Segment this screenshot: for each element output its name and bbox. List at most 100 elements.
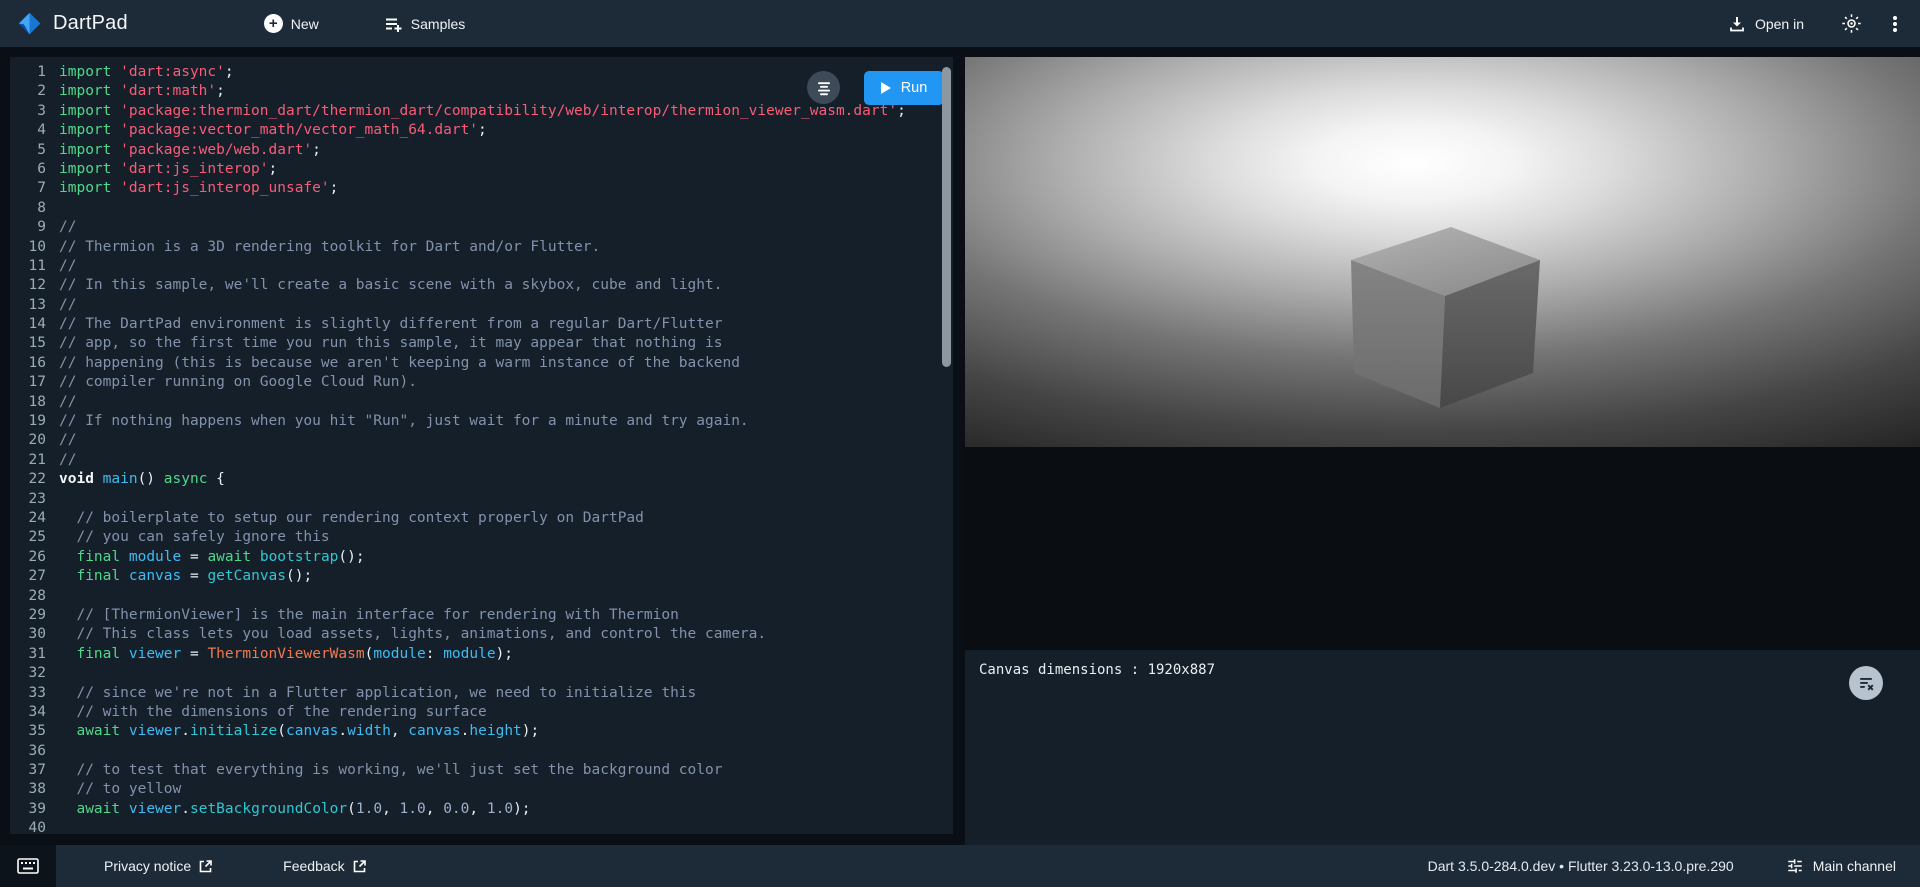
playlist-add-icon (383, 14, 403, 34)
code-line: 33 // since we're not in a Flutter appli… (10, 684, 953, 703)
code-text: final module = await bootstrap(); (59, 548, 365, 567)
code-text: // This class lets you load assets, ligh… (59, 625, 766, 644)
dart-logo-icon (16, 10, 43, 37)
line-number: 33 (10, 684, 46, 703)
line-number: 10 (10, 238, 46, 257)
line-number: 14 (10, 315, 46, 334)
code-text: // to test that everything is working, w… (59, 761, 722, 780)
line-number: 11 (10, 257, 46, 276)
line-number: 3 (10, 102, 46, 121)
feedback-link[interactable]: Feedback (277, 857, 372, 875)
code-line: 32 (10, 664, 953, 683)
line-number: 21 (10, 451, 46, 470)
open-in-label: Open in (1755, 16, 1804, 32)
code-line: 31 final viewer = ThermionViewerWasm(mod… (10, 645, 953, 664)
code-line: 12 // In this sample, we'll create a basi… (10, 276, 953, 295)
clear-console-button[interactable] (1849, 666, 1883, 700)
code-text: // (59, 218, 76, 237)
code-line: 37 // to test that everything is working… (10, 761, 953, 780)
code-line: 26 final module = await bootstrap(); (10, 548, 953, 567)
code-line: 40 (10, 819, 953, 838)
line-number: 36 (10, 742, 46, 761)
line-number: 24 (10, 509, 46, 528)
code-text: // [ThermionViewer] is the main interfac… (59, 606, 679, 625)
line-number: 34 (10, 703, 46, 722)
header: DartPad + New Samples Open in (0, 0, 1920, 47)
line-number: 18 (10, 393, 46, 412)
line-number: 40 (10, 819, 46, 838)
code-text: void main() async { (59, 470, 225, 489)
line-number: 17 (10, 373, 46, 392)
code-line: 39 await viewer.setBackgroundColor(1.0, … (10, 800, 953, 819)
keyboard-shortcuts-button[interactable] (0, 845, 56, 887)
samples-button[interactable]: Samples (373, 8, 475, 40)
code-line: 19// If nothing happens when you hit "Ru… (10, 412, 953, 431)
code-text: import 'dart:async'; (59, 63, 234, 82)
tune-icon (1786, 857, 1804, 875)
code-text: // In this sample, we'll create a basic … (59, 276, 722, 295)
code-text: import 'package:vector_math/vector_math_… (59, 121, 487, 140)
channel-selector[interactable]: Main channel (1780, 856, 1902, 876)
console-output: Canvas dimensions : 1920x887 (979, 662, 1215, 678)
line-number: 39 (10, 800, 46, 819)
code-text: import 'package:thermion_dart/thermion_d… (59, 102, 906, 121)
run-button-label: Run (901, 80, 928, 96)
code-line: 7import 'dart:js_interop_unsafe'; (10, 179, 953, 198)
dartpad-app: DartPad + New Samples Open in (0, 0, 1920, 887)
footer: Privacy notice Feedback Dart 3.5.0-284.0… (0, 845, 1920, 887)
code-line: 16// happening (this is because we aren'… (10, 354, 953, 373)
code-editor[interactable]: 1import 'dart:async';2import 'dart:math'… (10, 57, 953, 834)
line-number: 29 (10, 606, 46, 625)
run-button[interactable]: Run (864, 71, 944, 105)
keyboard-icon (17, 858, 39, 874)
line-number: 7 (10, 179, 46, 198)
line-number: 22 (10, 470, 46, 489)
line-number: 1 (10, 63, 46, 82)
code-text: import 'dart:math'; (59, 82, 225, 101)
format-icon (816, 80, 832, 96)
code-text: await viewer.initialize(canvas.width, ca… (59, 722, 539, 741)
code-line: 29 // [ThermionViewer] is the main inter… (10, 606, 953, 625)
line-number: 5 (10, 141, 46, 160)
open-in-button[interactable]: Open in (1717, 8, 1814, 40)
line-number: 20 (10, 431, 46, 450)
code-text: import 'package:web/web.dart'; (59, 141, 321, 160)
line-number: 13 (10, 296, 46, 315)
code-text: // (59, 296, 76, 315)
code-line: 4import 'package:vector_math/vector_math… (10, 121, 953, 140)
code-line: 15// app, so the first time you run this… (10, 334, 953, 353)
format-button[interactable] (807, 71, 840, 104)
code-line: 25 // you can safely ignore this (10, 528, 953, 547)
code-text: final canvas = getCanvas(); (59, 567, 312, 586)
new-button[interactable]: + New (254, 8, 329, 39)
line-number: 9 (10, 218, 46, 237)
code-line: 17// compiler running on Google Cloud Ru… (10, 373, 953, 392)
line-number: 28 (10, 587, 46, 606)
line-number: 30 (10, 625, 46, 644)
overflow-menu-button[interactable] (1876, 5, 1914, 43)
code-line: 9 // (10, 218, 953, 237)
code-text: final viewer = ThermionViewerWasm(module… (59, 645, 513, 664)
code-text: // boilerplate to setup our rendering co… (59, 509, 644, 528)
code-text: import 'dart:js_interop'; (59, 160, 277, 179)
code-line: 38 // to yellow (10, 780, 953, 799)
code-text: // to yellow (59, 780, 181, 799)
code-line: 3 import 'package:thermion_dart/thermion_… (10, 102, 953, 121)
code-line: 23 (10, 490, 953, 509)
render-viewport[interactable] (965, 57, 1920, 447)
line-number: 12 (10, 276, 46, 295)
code-text: // (59, 257, 76, 276)
line-number: 38 (10, 780, 46, 799)
theme-toggle-button[interactable] (1832, 5, 1870, 43)
code-line: 20// (10, 431, 953, 450)
code-line: 18 // (10, 393, 953, 412)
code-text: // app, so the first time you run this s… (59, 334, 722, 353)
editor-scrollbar[interactable] (942, 67, 951, 367)
privacy-notice-link[interactable]: Privacy notice (98, 857, 219, 875)
code-line: 21// (10, 451, 953, 470)
code-text: // (59, 393, 76, 412)
version-info: Dart 3.5.0-284.0.dev • Flutter 3.23.0-13… (1428, 858, 1734, 874)
preview-background (965, 447, 1920, 650)
code-line: 34 // with the dimensions of the renderi… (10, 703, 953, 722)
code-line: 22 void main() async { (10, 470, 953, 489)
